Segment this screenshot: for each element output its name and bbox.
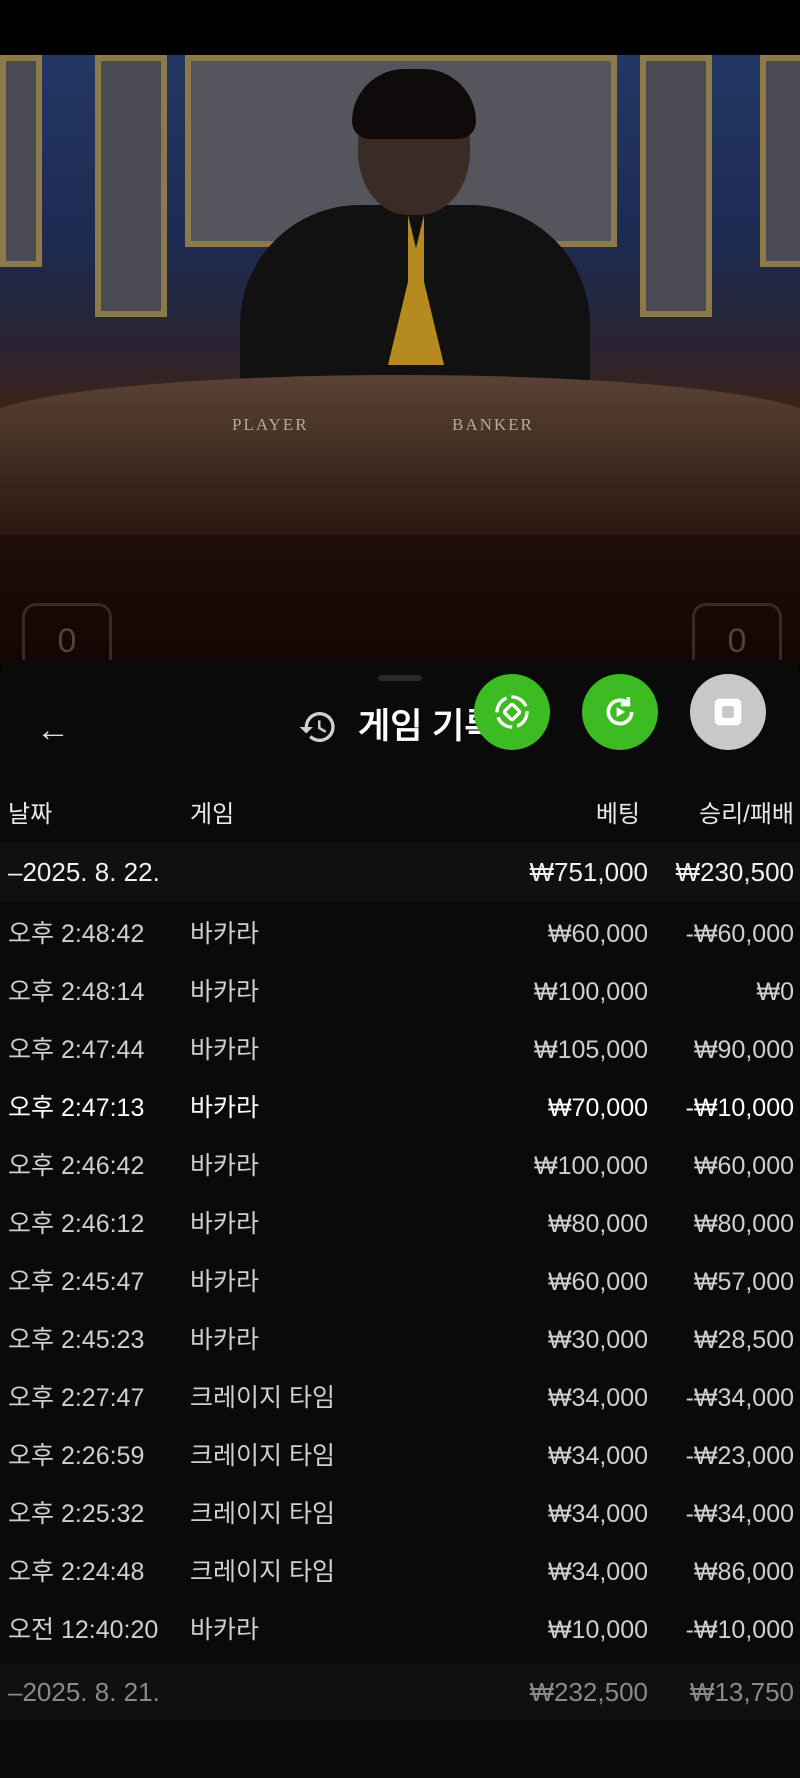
rotate-button[interactable] — [474, 674, 550, 750]
wall-panel — [0, 55, 42, 267]
table-row[interactable]: 오후 2:24:48 크레이지 타임 ₩34,000 ₩86,000 — [0, 1543, 800, 1601]
row-win-loss: ₩28,500 — [693, 1326, 794, 1354]
replay-button[interactable] — [582, 674, 658, 750]
table-row[interactable]: 오후 2:25:32 크레이지 타임 ₩34,000 -₩34,000 — [0, 1485, 800, 1543]
table-row[interactable]: 오후 2:48:14 바카라 ₩100,000 ₩0 — [0, 963, 800, 1021]
row-bet: ₩80,000 — [547, 1210, 648, 1238]
row-game: 크레이지 타임 — [190, 1384, 335, 1412]
baccarat-table — [0, 375, 800, 535]
drag-handle[interactable] — [378, 675, 422, 681]
dealer-lapel — [408, 215, 480, 365]
table-row[interactable]: 오후 2:47:13 바카라 ₩70,000 -₩10,000 — [0, 1079, 800, 1137]
wall-pillar — [640, 55, 712, 317]
row-time: 오후 2:48:42 — [8, 920, 145, 948]
row-bet: ₩105,000 — [534, 1036, 648, 1064]
row-win-loss: -₩34,000 — [685, 1384, 794, 1412]
row-game: 바카라 — [190, 1094, 260, 1122]
row-bet: ₩34,000 — [547, 1384, 648, 1412]
row-win-loss: ₩80,000 — [693, 1210, 794, 1238]
row-bet: ₩34,000 — [547, 1442, 648, 1470]
row-win-loss: ₩57,000 — [693, 1268, 794, 1296]
row-bet: ₩100,000 — [534, 978, 648, 1006]
stop-icon — [714, 698, 742, 726]
table-row[interactable]: 오후 2:46:42 바카라 ₩100,000 ₩60,000 — [0, 1137, 800, 1195]
row-win-loss: -₩10,000 — [685, 1616, 794, 1644]
wall-pillar — [95, 55, 167, 317]
back-arrow-icon[interactable]: ← — [36, 710, 76, 750]
row-bet: ₩10,000 — [547, 1616, 648, 1644]
row-win-loss: -₩10,000 — [685, 1094, 794, 1122]
replay-icon — [606, 697, 634, 726]
table-label-player: PLAYER — [232, 415, 309, 434]
row-game: 바카라 — [190, 1210, 260, 1238]
row-bet: ₩30,000 — [547, 1326, 648, 1354]
table-row[interactable]: 오후 2:26:59 크레이지 타임 ₩34,000 -₩23,000 — [0, 1427, 800, 1485]
row-bet: ₩34,000 — [547, 1558, 648, 1586]
table-row[interactable]: 오후 2:45:47 바카라 ₩60,000 ₩57,000 — [0, 1253, 800, 1311]
row-time: 오후 2:46:12 — [8, 1210, 145, 1238]
game-history-sheet: ← 게임 기록 날짜 게임 베팅 승리/패배 –2025. 8. 22. ₩751… — [0, 660, 800, 1778]
row-bet: ₩34,000 — [547, 1500, 648, 1528]
table-row[interactable]: 오후 2:47:44 바카라 ₩105,000 ₩90,000 — [0, 1021, 800, 1079]
row-time: 오후 2:24:48 — [8, 1558, 145, 1586]
row-time: 오후 2:45:47 — [8, 1268, 145, 1296]
rotate-icon — [495, 695, 529, 729]
status-bar — [0, 0, 800, 55]
row-time: 오후 2:45:23 — [8, 1326, 145, 1354]
wall-panel — [760, 55, 800, 267]
row-win-loss: ₩90,000 — [693, 1036, 794, 1064]
date-group-row[interactable]: –2025. 8. 22. ₩751,000 ₩230,500 — [0, 843, 800, 901]
row-time: 오후 2:27:47 — [8, 1384, 145, 1412]
table-row[interactable]: 오후 2:48:42 바카라 ₩60,000 -₩60,000 — [0, 905, 800, 963]
row-game: 크레이지 타임 — [190, 1442, 335, 1470]
row-win-loss: -₩60,000 — [685, 920, 794, 948]
row-time: 오후 2:48:14 — [8, 978, 145, 1006]
table-row[interactable]: 오후 2:27:47 크레이지 타임 ₩34,000 -₩34,000 — [0, 1369, 800, 1427]
row-time: 오후 2:47:44 — [8, 1036, 145, 1064]
row-game: 바카라 — [190, 920, 260, 948]
seat-left: 0 — [22, 603, 112, 665]
seat-right: 0 — [692, 603, 782, 665]
row-bet: ₩100,000 — [534, 1152, 648, 1180]
row-game: 크레이지 타임 — [190, 1500, 335, 1528]
history-icon — [299, 712, 335, 742]
row-win-loss: -₩23,000 — [685, 1442, 794, 1470]
table-row[interactable]: 오후 2:45:23 바카라 ₩30,000 ₩28,500 — [0, 1311, 800, 1369]
row-game: 바카라 — [190, 1616, 260, 1644]
row-game: 바카라 — [190, 1326, 260, 1354]
table-row[interactable]: 오전 12:40:20 바카라 ₩10,000 -₩10,000 — [0, 1601, 800, 1659]
row-win-loss: ₩86,000 — [693, 1558, 794, 1586]
table-label-banker: BANKER — [452, 415, 534, 434]
row-game: 크레이지 타임 — [190, 1558, 335, 1586]
table-row[interactable]: 오후 2:46:12 바카라 ₩80,000 ₩80,000 — [0, 1195, 800, 1253]
row-bet: ₩70,000 — [547, 1094, 648, 1122]
row-game: 바카라 — [190, 978, 260, 1006]
stop-button[interactable] — [690, 674, 766, 750]
column-header-game[interactable]: 게임 — [190, 795, 234, 835]
bottom-fade — [0, 1700, 800, 1778]
live-video-stream: PLAYER BANKER 0 0 — [0, 55, 800, 665]
row-game: 바카라 — [190, 1036, 260, 1064]
row-bet: ₩60,000 — [547, 920, 648, 948]
row-win-loss: -₩34,000 — [685, 1500, 794, 1528]
row-time: 오후 2:47:13 — [8, 1094, 145, 1122]
row-bet: ₩60,000 — [547, 1268, 648, 1296]
row-time: 오후 2:25:32 — [8, 1500, 145, 1528]
column-header-bet[interactable]: 베팅 — [596, 795, 640, 835]
row-game: 바카라 — [190, 1152, 260, 1180]
group-total-bet: ₩751,000 — [529, 857, 648, 887]
row-win-loss: ₩60,000 — [693, 1152, 794, 1180]
row-time: 오후 2:26:59 — [8, 1442, 145, 1470]
row-win-loss: ₩0 — [756, 978, 795, 1006]
group-total-win-loss: ₩230,500 — [675, 857, 794, 887]
column-header-win-loss[interactable]: 승리/패배 — [699, 795, 794, 835]
row-time: 오후 2:46:42 — [8, 1152, 145, 1180]
row-time: 오전 12:40:20 — [8, 1616, 159, 1644]
row-game: 바카라 — [190, 1268, 260, 1296]
group-date: –2025. 8. 22. — [8, 857, 160, 887]
column-header-date[interactable]: 날짜 — [8, 795, 52, 835]
